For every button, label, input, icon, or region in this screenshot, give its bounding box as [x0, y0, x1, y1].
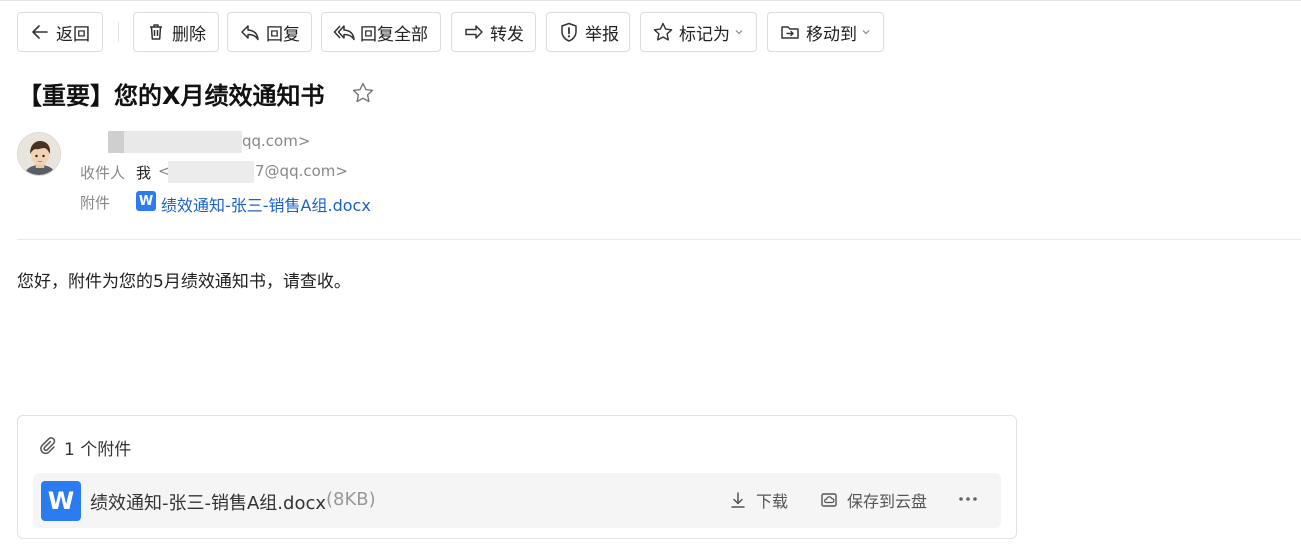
folder-move-icon: [779, 21, 801, 43]
delete-label: 删除: [172, 24, 206, 45]
forward-button[interactable]: 转发: [451, 12, 536, 52]
recipient-address: 7@qq.com>: [255, 162, 348, 180]
forward-label: 转发: [490, 24, 524, 45]
move-to-label: 移动到: [806, 24, 857, 45]
arrow-left-icon: [29, 21, 51, 43]
shield-alert-icon: [558, 21, 580, 43]
reply-icon: [239, 21, 261, 43]
reply-all-button[interactable]: 回复全部: [321, 12, 441, 52]
save-to-cloud-label: 保存到云盘: [847, 492, 928, 511]
attachments-panel: 1 个附件 W 绩效通知-张三-销售A组.docx (8KB) 下载 保存到云盘: [17, 415, 1017, 539]
more-options-icon[interactable]: [954, 487, 982, 511]
email-subject: 【重要】您的X月绩效通知书: [18, 82, 325, 110]
mark-as-label: 标记为: [679, 24, 730, 45]
attachment-item[interactable]: W 绩效通知-张三-销售A组.docx (8KB) 下载 保存到云盘: [33, 473, 1001, 528]
toolbar-divider: [118, 22, 119, 42]
download-button[interactable]: 下载: [728, 488, 788, 512]
reply-button[interactable]: 回复: [227, 12, 312, 52]
download-icon: [728, 490, 748, 510]
paperclip-icon: [37, 435, 57, 455]
email-body: 您好，附件为您的5月绩效通知书，请查收。: [17, 272, 351, 292]
reply-label: 回复: [266, 24, 300, 45]
toolbar: 返回 删除 回复 回复全部 转发 举报 标记为 移动到: [0, 0, 1301, 62]
word-doc-icon: W: [41, 481, 81, 521]
attachment-link[interactable]: 绩效通知-张三-销售A组.docx: [161, 192, 371, 216]
reply-all-label: 回复全部: [360, 24, 428, 45]
chevron-down-icon: [861, 27, 871, 37]
word-doc-icon: W: [136, 191, 156, 211]
report-label: 举报: [585, 24, 619, 45]
star-outline-icon: [652, 21, 674, 43]
forward-icon: [463, 21, 485, 43]
recipient-address-redacted: [168, 161, 254, 183]
sender-address: qq.com>: [242, 132, 311, 150]
mark-as-dropdown[interactable]: 标记为: [640, 12, 757, 52]
trash-icon: [145, 21, 167, 43]
download-label: 下载: [756, 492, 789, 511]
reply-all-icon: [333, 21, 355, 43]
sender-name-redacted: [108, 131, 242, 153]
header-divider: [17, 239, 1301, 240]
avatar[interactable]: [17, 132, 61, 176]
star-icon[interactable]: [350, 80, 376, 106]
delete-button[interactable]: 删除: [133, 12, 219, 52]
attachment-count: 1 个附件: [64, 440, 132, 460]
recipient-label: 收件人: [80, 164, 126, 182]
recipient-name[interactable]: 我: [136, 162, 151, 183]
save-to-cloud-button[interactable]: 保存到云盘: [819, 488, 927, 512]
back-button[interactable]: 返回: [17, 12, 103, 52]
back-label: 返回: [56, 24, 90, 45]
move-to-dropdown[interactable]: 移动到: [767, 12, 884, 52]
attachment-filename[interactable]: 绩效通知-张三-销售A组.docx: [90, 489, 326, 515]
chevron-down-icon: [734, 27, 744, 37]
attachment-size: (8KB): [326, 489, 376, 510]
report-button[interactable]: 举报: [546, 12, 630, 52]
cloud-drive-icon: [819, 490, 839, 510]
attachment-label: 附件: [80, 194, 111, 212]
